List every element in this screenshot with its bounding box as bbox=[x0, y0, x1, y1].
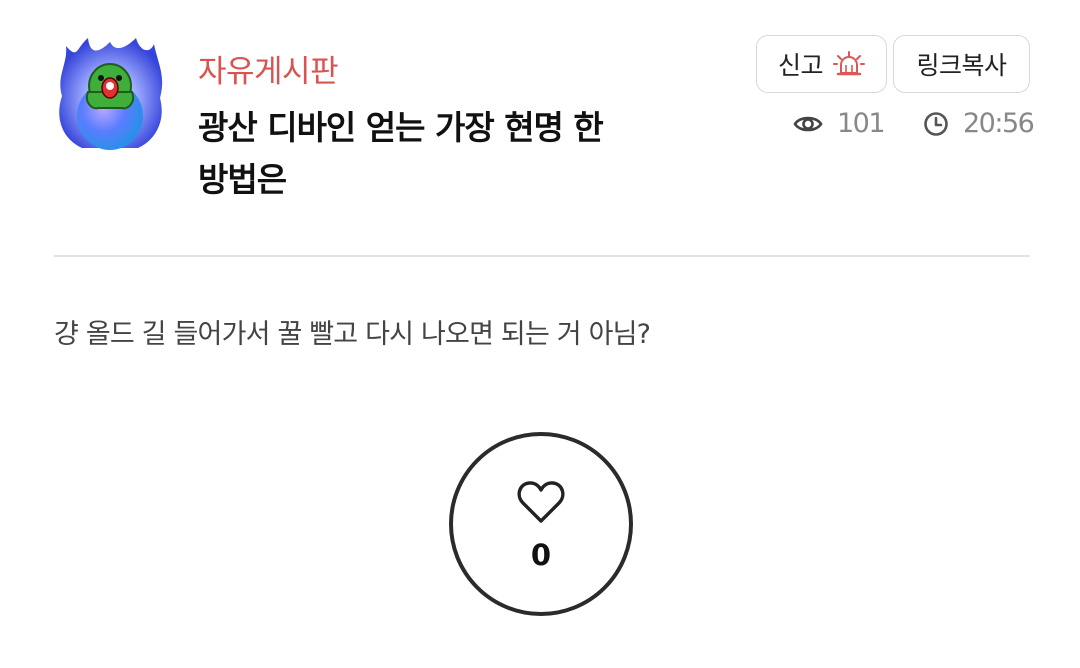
post-time-value: 20:56 bbox=[963, 108, 1035, 139]
header-divider bbox=[54, 255, 1030, 257]
view-count: 101 bbox=[793, 108, 886, 139]
report-button-label: 신고 bbox=[777, 51, 824, 80]
post-title: 광산 디바인 얻는 가장 현명 한 방법은 bbox=[198, 108, 604, 199]
siren-icon bbox=[833, 51, 865, 76]
blue-flame-egg-avatar-icon bbox=[59, 38, 163, 150]
like-count: 0 bbox=[530, 538, 552, 572]
post-time: 20:56 bbox=[923, 108, 1035, 139]
post-body: 걍 올드 길 들어가서 꿀 빨고 다시 나오면 되는 거 아님? bbox=[54, 319, 651, 350]
like-button[interactable]: 0 bbox=[449, 432, 633, 616]
heart-icon bbox=[517, 481, 565, 523]
report-button[interactable]: 신고 bbox=[756, 35, 887, 93]
copy-link-button[interactable]: 링크복사 bbox=[893, 35, 1030, 93]
eye-icon bbox=[793, 116, 823, 131]
author-avatar[interactable] bbox=[54, 36, 166, 154]
clock-icon bbox=[924, 111, 948, 136]
view-count-value: 101 bbox=[837, 108, 886, 139]
board-category-link[interactable]: 자유게시판 bbox=[198, 46, 339, 91]
